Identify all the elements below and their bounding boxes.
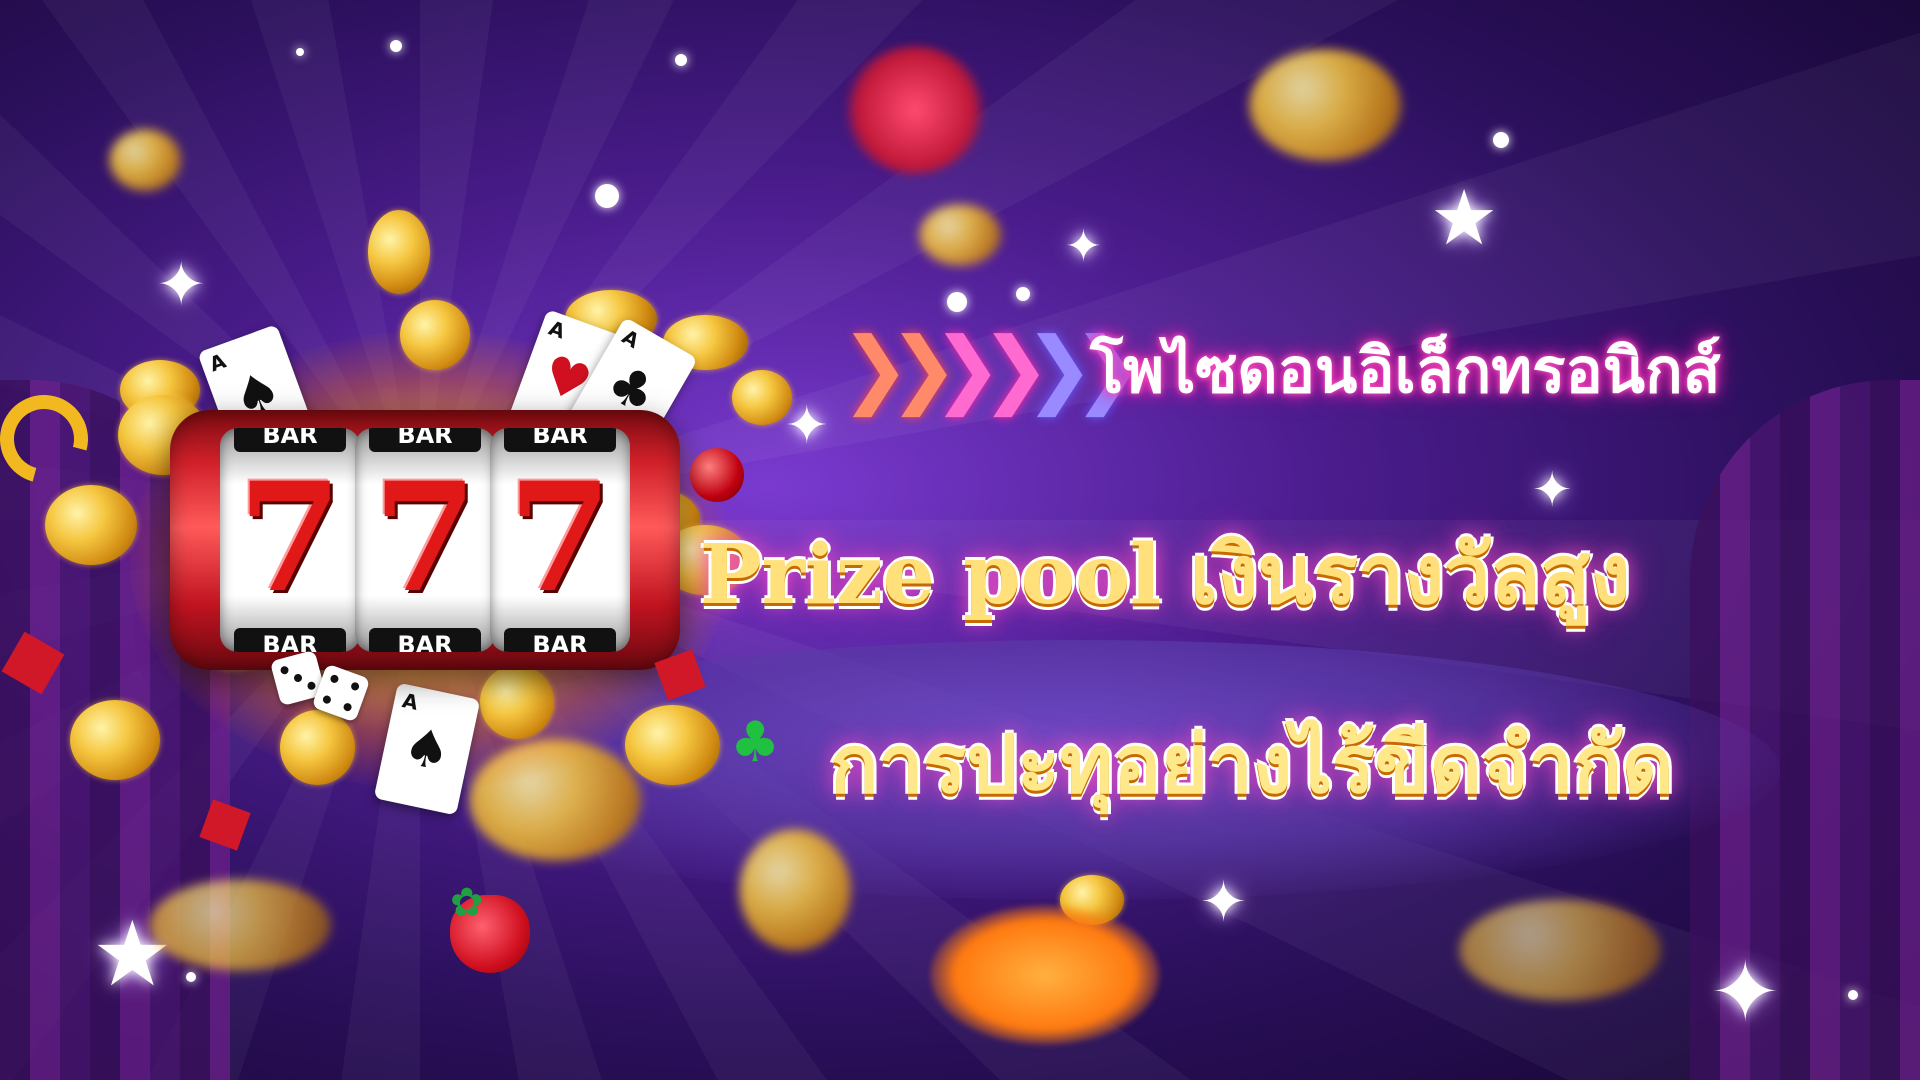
sparkle-star-icon: ★: [1430, 173, 1499, 262]
gold-coin-icon: [625, 705, 720, 785]
sparkle-dot: [296, 48, 304, 56]
reel-top-label: BAR: [369, 428, 481, 452]
chevron-icon: ❯❯: [932, 319, 1051, 417]
gold-coin-icon: [110, 130, 180, 190]
sparkle-dot: [1848, 990, 1858, 1000]
gold-coin-icon: [45, 485, 137, 565]
sparkle-star-icon: ✦: [1200, 870, 1247, 935]
sparkle-dot: [947, 292, 967, 312]
gold-coin-icon: [70, 700, 160, 780]
sparkle-dot: [1016, 287, 1030, 301]
reel-bottom-label: BAR: [504, 628, 616, 652]
gold-coin-icon: [400, 300, 470, 370]
strawberry-leaf-icon: ✿: [450, 880, 484, 926]
reel-symbol: 7: [507, 450, 613, 626]
sparkle-dot: [675, 54, 687, 66]
gold-coin-icon: [1250, 50, 1400, 160]
gold-coin-icon: [920, 205, 1000, 265]
gold-coin-icon: [480, 665, 554, 739]
gold-coin-icon: [740, 830, 850, 950]
sparkle-dot: [595, 184, 619, 208]
slot-reel: BAR 7 BAR: [490, 428, 630, 652]
gold-coin-icon: [1460, 900, 1660, 1000]
gold-coin-icon: [150, 880, 330, 970]
reel-symbol: 7: [237, 450, 343, 626]
sparkle-dot: [186, 972, 196, 982]
slot-reel: BAR 7 BAR: [220, 428, 360, 652]
cherry-icon: [690, 448, 744, 502]
sparkle-dot: [390, 40, 402, 52]
gold-coin-icon: [368, 210, 430, 294]
gold-coin-icon: [732, 370, 792, 425]
banner-subtitle: โพไซดอนอิเล็กทรอนิกส์: [1090, 334, 1721, 407]
reel-top-label: BAR: [504, 428, 616, 452]
promo-banner: ✦ ✦ ★ ✦ ✦ ✦ ✦ ★ A ♠ A ♥ A ♣ A ♠ BAR 7 BA…: [0, 0, 1920, 1080]
sparkle-star-icon: ✦: [1710, 943, 1781, 1041]
triple-chevron-arrows-icon: ❯❯ ❯❯ ❯❯: [840, 319, 1143, 417]
headline-line-2: การปะทุอย่างไร้ขีดจำกัด: [830, 718, 1674, 811]
reel-symbol: 7: [372, 450, 478, 626]
reel-bottom-label: BAR: [369, 628, 481, 652]
sparkle-star-icon: ✦: [1532, 462, 1573, 518]
orange-slice-icon: [930, 905, 1160, 1045]
gold-coin-icon: [280, 710, 355, 785]
clover-icon: ♣: [730, 710, 781, 775]
headline-line-1: Prize pool เงินรางวัลสูง: [700, 527, 1631, 623]
raspberry-icon: [845, 45, 985, 175]
sparkle-star-icon: ✦: [1065, 221, 1102, 272]
chevron-icon: ❯❯: [840, 319, 959, 417]
slot-reel: BAR 7 BAR: [355, 428, 495, 652]
slot-machine: BAR 7 BAR BAR 7 BAR BAR 7 BAR: [170, 410, 680, 670]
reel-bottom-label: BAR: [234, 628, 346, 652]
sparkle-dot: [1493, 132, 1509, 148]
reel-top-label: BAR: [234, 428, 346, 452]
sparkle-star-icon: ✦: [785, 396, 829, 456]
sparkle-star-icon: ✦: [156, 250, 207, 320]
